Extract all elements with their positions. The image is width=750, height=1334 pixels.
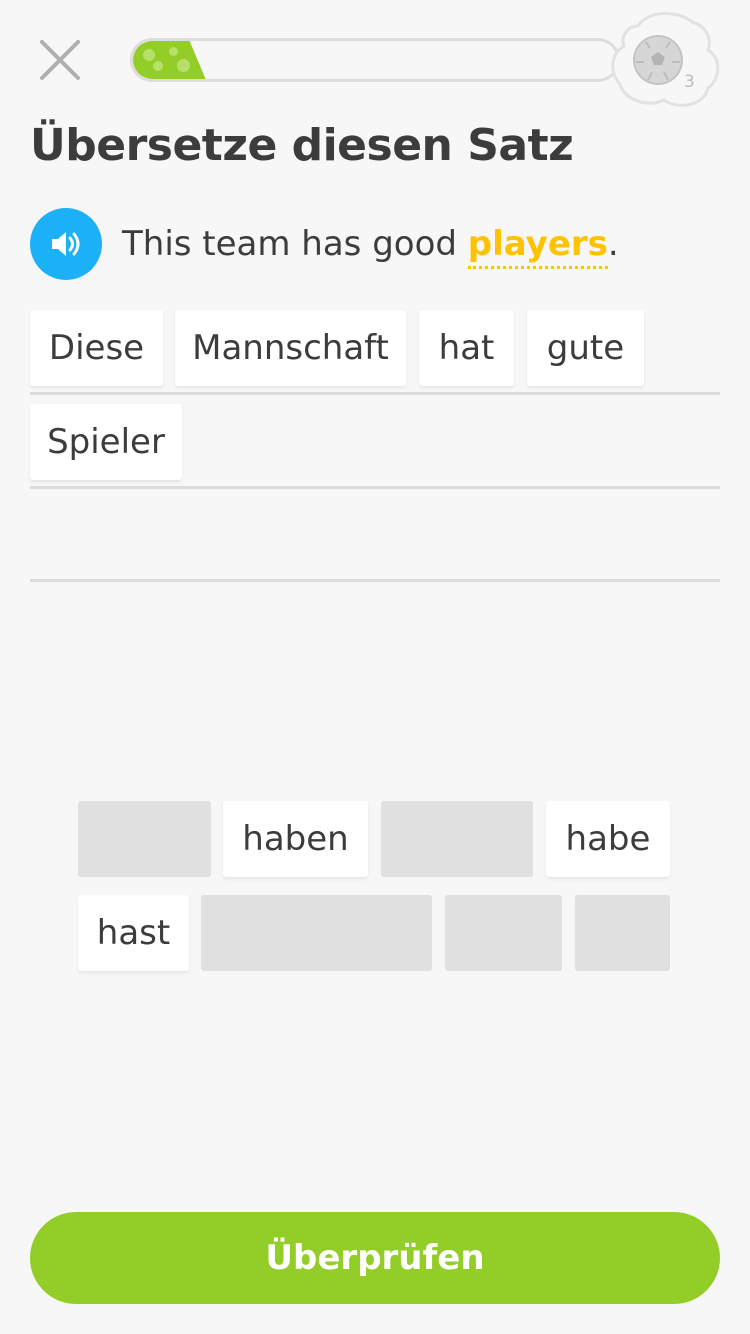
word-bank-tile[interactable]: hast	[78, 895, 189, 971]
check-button[interactable]: Überprüfen	[30, 1212, 720, 1304]
answer-tile[interactable]: Diese	[30, 310, 163, 386]
word-bank-empty-slot	[78, 801, 211, 877]
translate-exercise-screen: 3 Übersetze diesen Satz This team has go…	[0, 0, 750, 1334]
word-bank-empty-slot	[381, 801, 533, 877]
answer-line	[30, 392, 720, 395]
word-bank-empty-slot	[201, 895, 432, 971]
word-bank-tile[interactable]: haben	[223, 801, 368, 877]
word-bank-tile[interactable]: habe	[546, 801, 670, 877]
close-icon	[40, 40, 80, 80]
lesson-progress-bar	[130, 38, 620, 82]
answer-line	[30, 579, 720, 582]
answer-tile[interactable]: hat	[419, 310, 514, 386]
close-button[interactable]	[36, 36, 84, 84]
answer-tile[interactable]: Mannschaft	[175, 310, 406, 386]
prompt-sentence: This team has good players.	[122, 224, 619, 269]
speaker-icon	[52, 232, 80, 256]
play-audio-button[interactable]	[30, 208, 102, 280]
hint-word[interactable]: players	[467, 224, 608, 269]
prompt-text: This team has good	[122, 224, 468, 264]
answer-line	[30, 486, 720, 489]
page-title: Übersetze diesen Satz	[30, 120, 574, 171]
streak-count: 3	[684, 72, 695, 92]
prompt-punctuation: .	[607, 224, 619, 264]
progress-fill	[133, 41, 206, 79]
word-bank-empty-slot	[575, 895, 670, 971]
soccer-ball-icon	[611, 11, 720, 107]
word-bank-empty-slot	[445, 895, 562, 971]
answer-tile[interactable]: gute	[527, 310, 644, 386]
answer-tile[interactable]: Spieler	[30, 404, 182, 480]
